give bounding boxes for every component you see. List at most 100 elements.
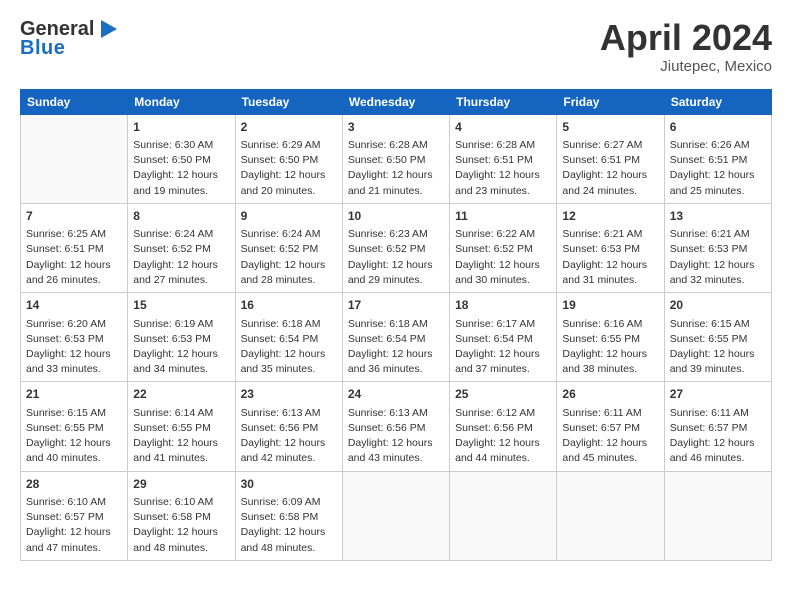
daylight-text: Daylight: 12 hours and 44 minutes.: [455, 437, 540, 464]
table-row: 6 Sunrise: 6:26 AM Sunset: 6:51 PM Daylight…: [664, 114, 771, 203]
sunrise-text: Sunrise: 6:22 AM: [455, 228, 535, 240]
day-number: 7: [26, 208, 122, 225]
table-row: 17Sunrise: 6:18 AMSunset: 6:54 PMDayligh…: [342, 293, 449, 382]
daylight-text: Daylight: 12 hours and 20 minutes.: [241, 169, 326, 196]
table-row: [664, 471, 771, 560]
table-row: [342, 471, 449, 560]
sunrise-text: Sunrise: 6:13 AM: [241, 407, 321, 419]
table-row: 10Sunrise: 6:23 AMSunset: 6:52 PMDayligh…: [342, 203, 449, 292]
daylight-text: Daylight: 12 hours and 32 minutes.: [670, 259, 755, 286]
col-monday: Monday: [128, 89, 235, 114]
table-row: 22Sunrise: 6:14 AMSunset: 6:55 PMDayligh…: [128, 382, 235, 471]
day-number: 1: [133, 119, 229, 136]
logo: General Blue: [20, 18, 119, 60]
day-number: 27: [670, 386, 766, 403]
sunrise-text: Sunrise: 6:13 AM: [348, 407, 428, 419]
table-row: 13Sunrise: 6:21 AMSunset: 6:53 PMDayligh…: [664, 203, 771, 292]
daylight-text: Daylight: 12 hours and 24 minutes.: [562, 169, 647, 196]
sunrise-text: Sunrise: 6:19 AM: [133, 318, 213, 330]
day-number: 8: [133, 208, 229, 225]
sunset-text: Sunset: 6:53 PM: [26, 333, 104, 345]
sunset-text: Sunset: 6:54 PM: [241, 333, 319, 345]
daylight-text: Daylight: 12 hours and 47 minutes.: [26, 526, 111, 553]
sunset-text: Sunset: 6:51 PM: [26, 243, 104, 255]
col-tuesday: Tuesday: [235, 89, 342, 114]
sunrise-text: Sunrise: 6:10 AM: [133, 496, 213, 508]
sunset-text: Sunset: 6:52 PM: [241, 243, 319, 255]
day-number: 2: [241, 119, 337, 136]
table-row: [21, 114, 128, 203]
sunrise-text: Sunrise: 6:18 AM: [348, 318, 428, 330]
day-number: 26: [562, 386, 658, 403]
col-saturday: Saturday: [664, 89, 771, 114]
day-number: 10: [348, 208, 444, 225]
table-row: 21Sunrise: 6:15 AMSunset: 6:55 PMDayligh…: [21, 382, 128, 471]
sunrise-text: Sunrise: 6:25 AM: [26, 228, 106, 240]
sunset-text: Sunset: 6:57 PM: [670, 422, 748, 434]
sunrise-text: Sunrise: 6:14 AM: [133, 407, 213, 419]
table-row: 29Sunrise: 6:10 AMSunset: 6:58 PMDayligh…: [128, 471, 235, 560]
table-row: 26Sunrise: 6:11 AMSunset: 6:57 PMDayligh…: [557, 382, 664, 471]
sunrise-text: Sunrise: 6:26 AM: [670, 139, 750, 151]
table-row: 12Sunrise: 6:21 AMSunset: 6:53 PMDayligh…: [557, 203, 664, 292]
daylight-text: Daylight: 12 hours and 40 minutes.: [26, 437, 111, 464]
sunset-text: Sunset: 6:55 PM: [133, 422, 211, 434]
table-row: 23Sunrise: 6:13 AMSunset: 6:56 PMDayligh…: [235, 382, 342, 471]
calendar-table: Sunday Monday Tuesday Wednesday Thursday…: [20, 89, 772, 561]
sunset-text: Sunset: 6:50 PM: [241, 154, 319, 166]
table-row: 3Sunrise: 6:28 AMSunset: 6:50 PMDaylight…: [342, 114, 449, 203]
sunrise-text: Sunrise: 6:10 AM: [26, 496, 106, 508]
sunrise-text: Sunrise: 6:30 AM: [133, 139, 213, 151]
day-number: 21: [26, 386, 122, 403]
table-row: 20Sunrise: 6:15 AMSunset: 6:55 PMDayligh…: [664, 293, 771, 382]
sunrise-text: Sunrise: 6:18 AM: [241, 318, 321, 330]
day-number: 17: [348, 297, 444, 314]
sunrise-text: Sunrise: 6:20 AM: [26, 318, 106, 330]
sunset-text: Sunset: 6:51 PM: [670, 154, 748, 166]
logo-blue-text: Blue: [20, 37, 65, 60]
daylight-text: Daylight: 12 hours and 25 minutes.: [670, 169, 755, 196]
table-row: 25Sunrise: 6:12 AMSunset: 6:56 PMDayligh…: [450, 382, 557, 471]
sunset-text: Sunset: 6:51 PM: [562, 154, 640, 166]
sunset-text: Sunset: 6:58 PM: [133, 511, 211, 523]
sunrise-text: Sunrise: 6:27 AM: [562, 139, 642, 151]
sunrise-text: Sunrise: 6:28 AM: [455, 139, 535, 151]
table-row: 9Sunrise: 6:24 AMSunset: 6:52 PMDaylight…: [235, 203, 342, 292]
sunrise-text: Sunrise: 6:24 AM: [241, 228, 321, 240]
daylight-text: Daylight: 12 hours and 45 minutes.: [562, 437, 647, 464]
sunset-text: Sunset: 6:56 PM: [348, 422, 426, 434]
daylight-text: Daylight: 12 hours and 41 minutes.: [133, 437, 218, 464]
daylight-text: Daylight: 12 hours and 48 minutes.: [133, 526, 218, 553]
sunset-text: Sunset: 6:54 PM: [348, 333, 426, 345]
table-row: [557, 471, 664, 560]
sunset-text: Sunset: 6:57 PM: [562, 422, 640, 434]
day-number: 3: [348, 119, 444, 136]
day-number: 20: [670, 297, 766, 314]
day-number: 12: [562, 208, 658, 225]
day-number: 24: [348, 386, 444, 403]
col-friday: Friday: [557, 89, 664, 114]
sunrise-text: Sunrise: 6:28 AM: [348, 139, 428, 151]
day-number: 16: [241, 297, 337, 314]
sunrise-text: Sunrise: 6:24 AM: [133, 228, 213, 240]
day-number: 9: [241, 208, 337, 225]
sunrise-text: Sunrise: 6:16 AM: [562, 318, 642, 330]
col-thursday: Thursday: [450, 89, 557, 114]
day-number: 6: [670, 119, 766, 136]
sunrise-text: Sunrise: 6:21 AM: [670, 228, 750, 240]
daylight-text: Daylight: 12 hours and 27 minutes.: [133, 259, 218, 286]
day-number: 11: [455, 208, 551, 225]
sunrise-text: Sunrise: 6:21 AM: [562, 228, 642, 240]
daylight-text: Daylight: 12 hours and 34 minutes.: [133, 348, 218, 375]
day-number: 19: [562, 297, 658, 314]
day-number: 30: [241, 476, 337, 493]
sunset-text: Sunset: 6:52 PM: [133, 243, 211, 255]
calendar-body: 1 Sunrise: 6:30 AM Sunset: 6:50 PM Daylight…: [21, 114, 772, 560]
sunset-text: Sunset: 6:56 PM: [455, 422, 533, 434]
daylight-text: Daylight: 12 hours and 21 minutes.: [348, 169, 433, 196]
table-row: 16Sunrise: 6:18 AMSunset: 6:54 PMDayligh…: [235, 293, 342, 382]
table-row: 24Sunrise: 6:13 AMSunset: 6:56 PMDayligh…: [342, 382, 449, 471]
day-number: 15: [133, 297, 229, 314]
day-number: 28: [26, 476, 122, 493]
sunset-text: Sunset: 6:53 PM: [133, 333, 211, 345]
